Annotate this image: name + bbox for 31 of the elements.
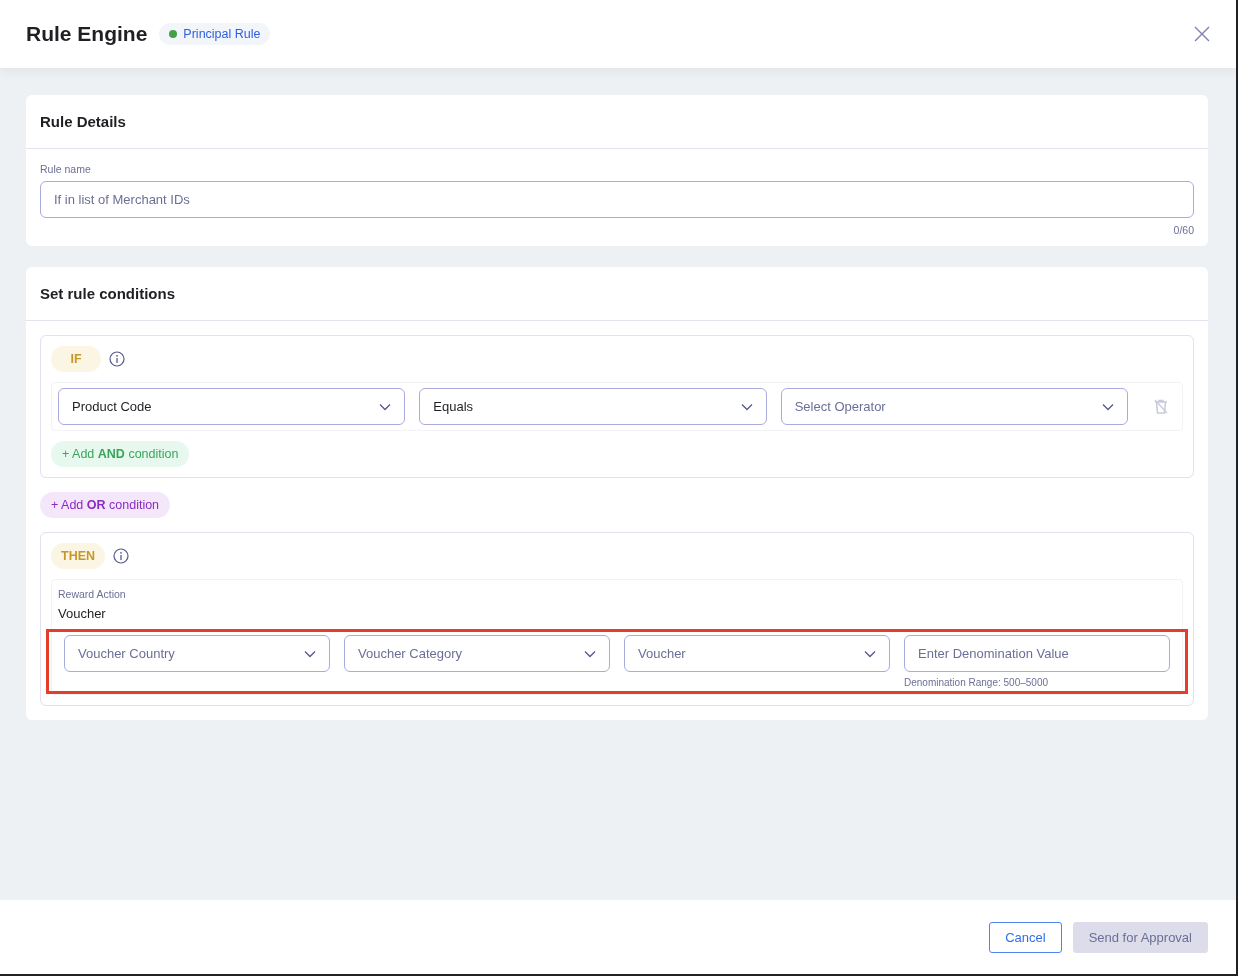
info-icon[interactable] — [109, 351, 125, 367]
field-label: Rule name — [40, 163, 91, 175]
select-field[interactable]: Voucher — [624, 635, 890, 672]
input-field[interactable]: Enter Denomination Value — [904, 635, 1170, 672]
field-hint: Denomination Range: 500–5000 — [904, 677, 1048, 688]
chevron-down-icon — [379, 402, 392, 411]
info-icon[interactable] — [113, 548, 130, 564]
chevron-down-icon — [864, 649, 876, 658]
chevron-down-icon — [304, 649, 316, 658]
field-label: Reward Action — [58, 588, 126, 600]
chevron-down-icon — [1102, 402, 1114, 411]
select-field[interactable]: Voucher Country — [64, 635, 330, 672]
dialog-title: Rule Engine — [26, 22, 148, 46]
card-title: Rule Details — [26, 95, 1208, 149]
select-field[interactable]: Product Code — [58, 388, 406, 425]
if-tag: IF — [51, 346, 101, 372]
add-or-condition-button[interactable]: + Add OR condition — [40, 492, 171, 518]
status-badge: Principal Rule — [159, 23, 271, 45]
character-counter: 0/60 — [1173, 224, 1194, 236]
chevron-down-icon — [584, 649, 596, 658]
rule-name-field[interactable]: If in list of Merchant IDs — [40, 181, 1194, 218]
cancel-button[interactable]: Cancel — [989, 921, 1062, 953]
close-icon[interactable] — [1194, 26, 1210, 42]
card-title: Set rule conditions — [26, 267, 1208, 321]
add-and-condition-button[interactable]: + Add AND condition — [51, 441, 190, 467]
select-field[interactable]: Voucher Category — [344, 635, 610, 672]
select-field[interactable]: Select Operator — [780, 388, 1128, 425]
chevron-down-icon — [740, 402, 753, 411]
reward-action-value: Voucher — [58, 606, 106, 621]
then-tag: THEN — [51, 543, 106, 569]
select-field[interactable]: Equals — [419, 388, 767, 425]
